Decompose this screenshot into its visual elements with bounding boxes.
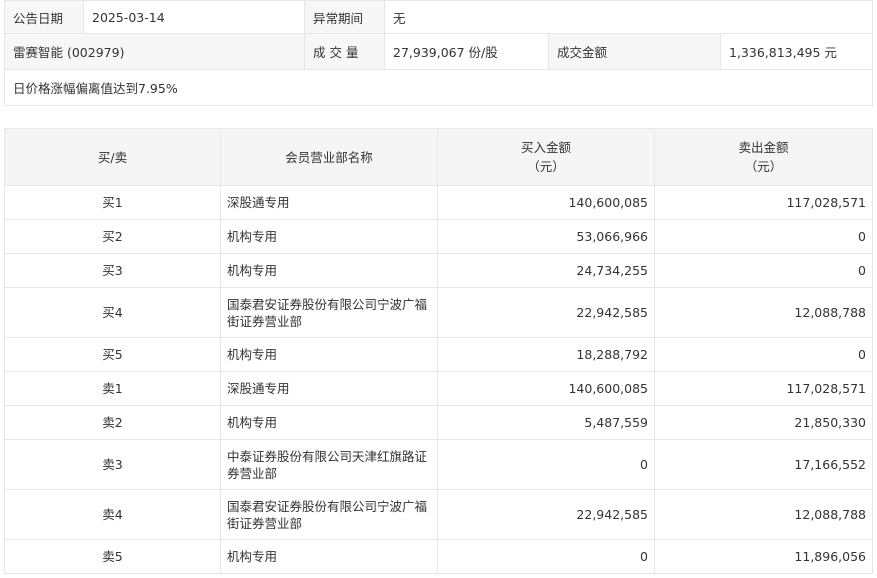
table-row: 买5 机构专用 18,288,792 0 [4, 337, 873, 372]
row-buy-amount: 140,600,085 [437, 371, 655, 406]
row-buy-amount: 22,942,585 [437, 489, 655, 540]
header-dept: 会员营业部名称 [220, 128, 438, 186]
header-buy-line2: （元） [527, 159, 565, 174]
row-sell-amount: 17,166,552 [654, 439, 873, 490]
table-row: 买1 深股通专用 140,600,085 117,028,571 [4, 185, 873, 220]
row-sell-amount: 0 [654, 219, 873, 254]
volume-label: 成 交 量 [304, 33, 385, 70]
row-side: 买4 [4, 287, 221, 338]
row-dept: 国泰君安证券股份有限公司宁波广福街证券营业部 [220, 287, 438, 338]
abnormal-period-label: 异常期间 [304, 0, 385, 34]
table-row: 卖5 机构专用 0 11,896,056 [4, 539, 873, 574]
row-sell-amount: 117,028,571 [654, 371, 873, 406]
row-side: 买5 [4, 337, 221, 372]
table-row: 买4 国泰君安证券股份有限公司宁波广福街证券营业部 22,942,585 12,… [4, 287, 873, 338]
table-row: 买3 机构专用 24,734,255 0 [4, 253, 873, 288]
row-buy-amount: 0 [437, 439, 655, 490]
row-side: 卖1 [4, 371, 221, 406]
row-side: 买3 [4, 253, 221, 288]
header-side: 买/卖 [4, 128, 221, 186]
header-sell-amount: 卖出金额 （元） [654, 128, 873, 186]
row-dept: 机构专用 [220, 539, 438, 574]
header-buy-line1: 买入金额 [520, 140, 571, 155]
row-sell-amount: 11,896,056 [654, 539, 873, 574]
header-sell-line1: 卖出金额 [738, 140, 789, 155]
row-sell-amount: 0 [654, 253, 873, 288]
row-side: 买2 [4, 219, 221, 254]
row-sell-amount: 21,850,330 [654, 405, 873, 440]
row-buy-amount: 53,066,966 [437, 219, 655, 254]
row-dept: 深股通专用 [220, 371, 438, 406]
abnormal-period-value: 无 [383, 0, 874, 34]
stock-name: 雷赛智能 (002979) [4, 33, 305, 70]
amount-value: 1,336,813,495 元 [719, 33, 874, 70]
row-sell-amount: 12,088,788 [654, 489, 873, 540]
row-sell-amount: 12,088,788 [654, 287, 873, 338]
row-buy-amount: 22,942,585 [437, 287, 655, 338]
row-side: 卖5 [4, 539, 221, 574]
row-side: 买1 [4, 185, 221, 220]
row-sell-amount: 117,028,571 [654, 185, 873, 220]
table-row: 卖3 中泰证券股份有限公司天津红旗路证券营业部 0 17,166,552 [4, 439, 873, 490]
row-side: 卖2 [4, 405, 221, 440]
trading-seats-table: 买/卖 会员营业部名称 买入金额 （元） 卖出金额 （元） 买1 深股通专用 1… [4, 128, 873, 574]
row-buy-amount: 18,288,792 [437, 337, 655, 372]
row-dept: 深股通专用 [220, 185, 438, 220]
announcement-info-table: 公告日期 2025-03-14 异常期间 无 雷赛智能 (002979) 成 交… [3, 0, 874, 106]
table-row: 卖2 机构专用 5,487,559 21,850,330 [4, 405, 873, 440]
row-dept: 机构专用 [220, 337, 438, 372]
row-dept: 机构专用 [220, 405, 438, 440]
table-row: 买2 机构专用 53,066,966 0 [4, 219, 873, 254]
row-buy-amount: 24,734,255 [437, 253, 655, 288]
row-buy-amount: 140,600,085 [437, 185, 655, 220]
header-sell-line2: （元） [744, 159, 783, 174]
amount-label: 成交金额 [548, 33, 721, 70]
row-dept: 机构专用 [220, 253, 438, 288]
row-dept: 中泰证券股份有限公司天津红旗路证券营业部 [220, 439, 438, 490]
row-sell-amount: 0 [654, 337, 873, 372]
row-dept: 国泰君安证券股份有限公司宁波广福街证券营业部 [220, 489, 438, 540]
table-row: 卖4 国泰君安证券股份有限公司宁波广福街证券营业部 22,942,585 12,… [4, 489, 873, 540]
header-buy-amount: 买入金额 （元） [437, 128, 655, 186]
volume-value: 27,939,067 份/股 [384, 33, 549, 70]
row-side: 卖4 [4, 489, 221, 540]
announce-date-label: 公告日期 [4, 0, 84, 34]
row-side: 卖3 [4, 439, 221, 490]
row-dept: 机构专用 [220, 219, 438, 254]
abnormal-reason: 日价格涨幅偏离值达到7.95% [3, 69, 874, 106]
table-row: 卖1 深股通专用 140,600,085 117,028,571 [4, 371, 873, 406]
row-buy-amount: 5,487,559 [437, 405, 655, 440]
row-buy-amount: 0 [437, 539, 655, 574]
announce-date-value: 2025-03-14 [83, 0, 305, 34]
